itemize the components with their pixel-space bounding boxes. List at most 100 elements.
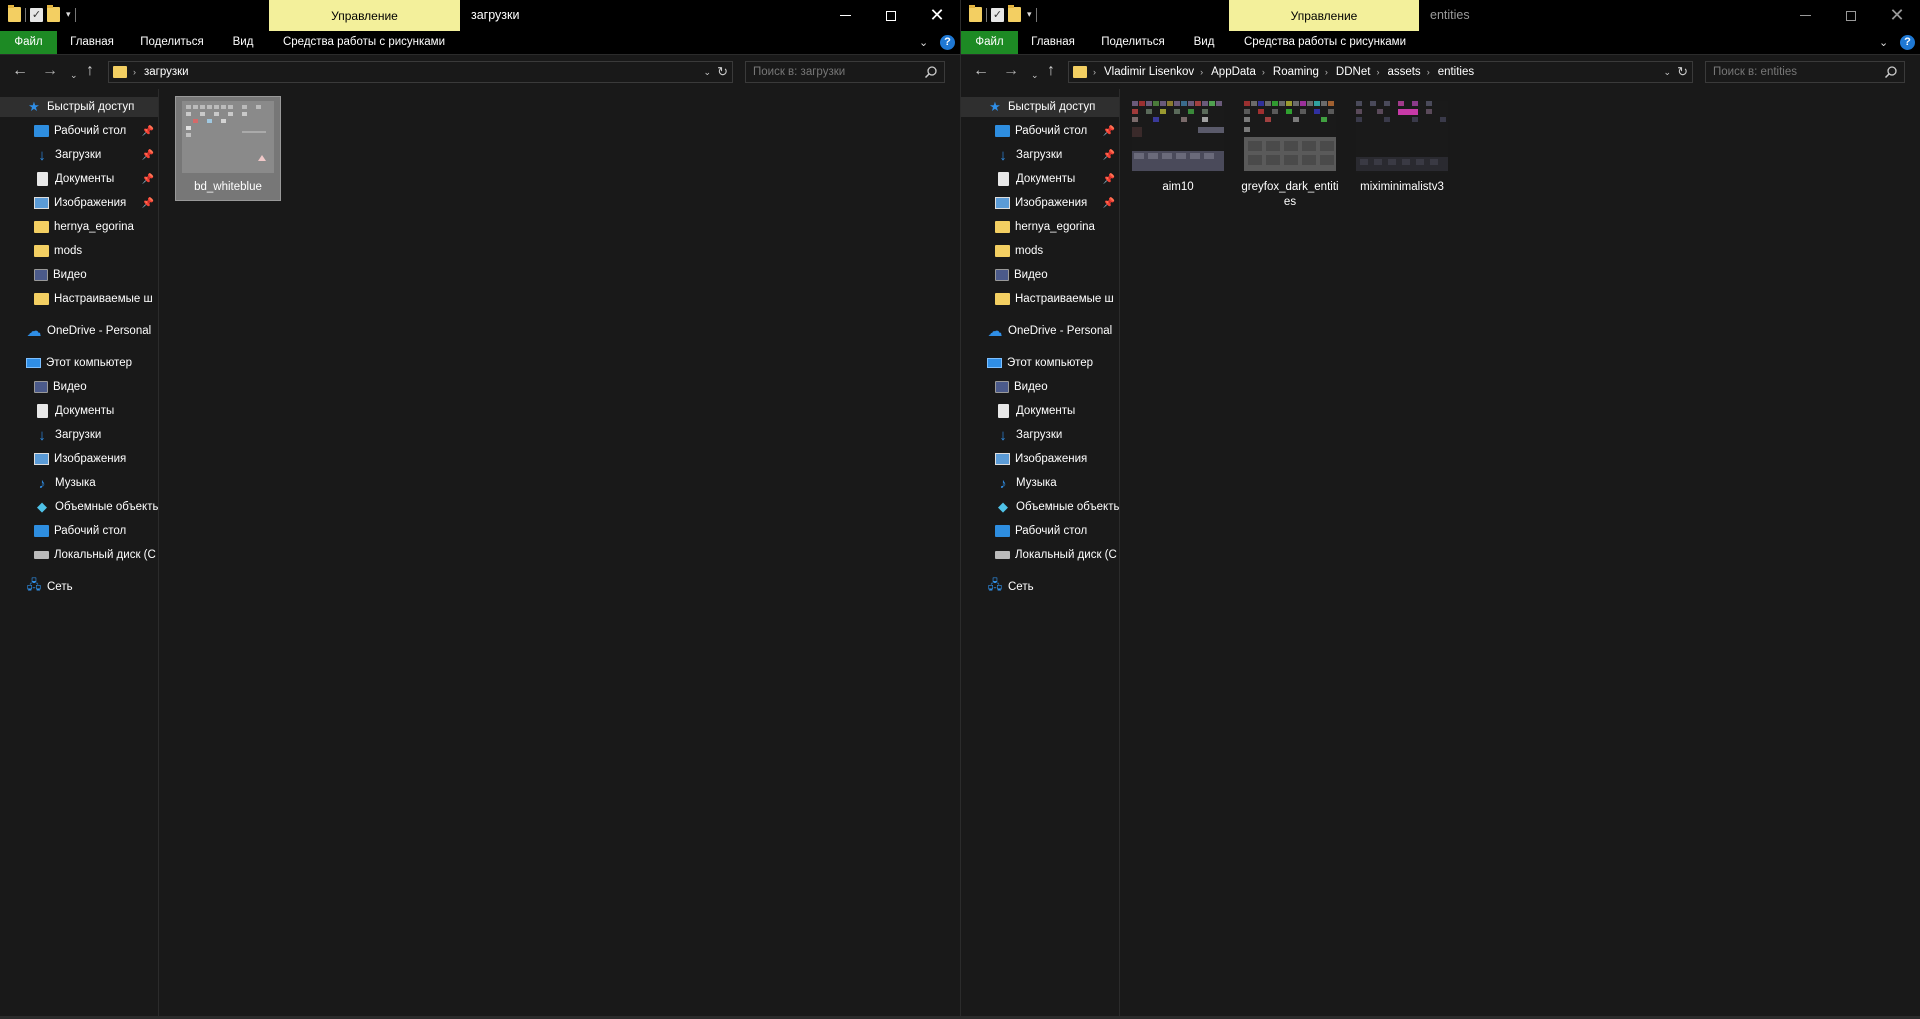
quick-access-item[interactable]: ★ Быстрый доступ (0, 97, 158, 117)
refresh-icon[interactable]: ↻ (717, 64, 728, 80)
nav-item-desktop[interactable]: Рабочий стол 📌 (0, 121, 158, 141)
nav-item-desktop[interactable]: Рабочий стол 📌 (961, 121, 1119, 141)
nav-item-documents[interactable]: Документы 📌 (961, 169, 1119, 189)
new-folder-icon[interactable] (47, 5, 60, 22)
pin-icon[interactable]: 📌 (1103, 174, 1115, 185)
breadcrumb-item[interactable]: AppData (1211, 66, 1256, 78)
search-box[interactable]: Поиск в: entities (1705, 61, 1905, 83)
recent-locations-icon[interactable]: ⌄ (1031, 67, 1039, 83)
tab-file[interactable]: Файл (0, 31, 57, 54)
breadcrumb-item[interactable]: загрузки (144, 66, 189, 78)
nav-item-pc-desktop[interactable]: Рабочий стол (961, 521, 1119, 541)
nav-item-this-pc[interactable]: Этот компьютер (0, 353, 158, 373)
breadcrumb-item[interactable]: entities (1438, 66, 1474, 78)
nav-item-pc-pictures[interactable]: Изображения (961, 449, 1119, 469)
nav-item-custom[interactable]: Настраиваемые ш (0, 289, 158, 309)
breadcrumb-item[interactable]: DDNet (1336, 66, 1371, 78)
close-button[interactable]: ✕ (914, 0, 960, 31)
pin-icon[interactable]: 📌 (142, 126, 154, 137)
up-arrow-icon[interactable]: ↑ (86, 63, 94, 79)
customize-toolbar-icon[interactable]: ▾ (1027, 9, 1032, 20)
pin-icon[interactable]: 📌 (142, 150, 154, 161)
help-icon[interactable]: ? (940, 35, 955, 50)
tab-share[interactable]: Поделиться (1095, 31, 1171, 54)
nav-item-pc-downloads[interactable]: ↓ Загрузки (961, 425, 1119, 445)
back-arrow-icon[interactable]: ← (12, 63, 28, 79)
expand-ribbon-icon[interactable]: ⌄ (919, 36, 928, 49)
address-dropdown-icon[interactable]: ⌄ (704, 67, 712, 78)
expand-ribbon-icon[interactable]: ⌄ (1879, 36, 1888, 49)
nav-item-network[interactable]: 🖧 Сеть (0, 577, 158, 597)
refresh-icon[interactable]: ↻ (1677, 64, 1688, 80)
nav-item-pc-downloads[interactable]: ↓ Загрузки (0, 425, 158, 445)
nav-item-downloads[interactable]: ↓ Загрузки 📌 (961, 145, 1119, 165)
nav-item-pc-videos[interactable]: Видео (961, 377, 1119, 397)
pin-icon[interactable]: 📌 (142, 198, 154, 209)
nav-item-pc-3d-objects[interactable]: ◆ Объемные объекты (961, 497, 1119, 517)
nav-item-pictures[interactable]: Изображения 📌 (961, 193, 1119, 213)
breadcrumb-item[interactable]: assets (1387, 66, 1420, 78)
nav-item-network[interactable]: 🖧 Сеть (961, 577, 1119, 597)
tab-view[interactable]: Вид (224, 31, 262, 54)
tab-view[interactable]: Вид (1185, 31, 1223, 54)
nav-item-mods[interactable]: mods (0, 241, 158, 261)
file-item[interactable]: bd_whiteblue (175, 96, 281, 201)
nav-item-documents[interactable]: Документы 📌 (0, 169, 158, 189)
nav-item-custom[interactable]: Настраиваемые ш (961, 289, 1119, 309)
file-item[interactable]: miximinimalistv3 (1350, 97, 1454, 200)
nav-item-local-disk[interactable]: Локальный диск (C (961, 545, 1119, 565)
recent-locations-icon[interactable]: ⌄ (70, 67, 78, 83)
up-arrow-icon[interactable]: ↑ (1047, 63, 1055, 79)
tab-home[interactable]: Главная (62, 31, 122, 54)
maximize-button[interactable] (868, 0, 914, 31)
manage-tab[interactable]: Управление (1229, 0, 1419, 31)
forward-arrow-icon[interactable]: → (1003, 63, 1019, 79)
nav-item-pc-videos[interactable]: Видео (0, 377, 158, 397)
nav-item-videos[interactable]: Видео (0, 265, 158, 285)
nav-item-onedrive[interactable]: ☁ OneDrive - Personal (961, 321, 1119, 341)
nav-item-hernya-egorina[interactable]: hernya_egorina (0, 217, 158, 237)
pin-icon[interactable]: 📌 (1103, 126, 1115, 137)
nav-item-downloads[interactable]: ↓ Загрузки 📌 (0, 145, 158, 165)
tab-picture-tools[interactable]: Средства работы с рисунками (1237, 31, 1413, 54)
tab-home[interactable]: Главная (1023, 31, 1083, 54)
breadcrumb-item[interactable]: Roaming (1273, 66, 1319, 78)
search-input[interactable]: Поиск в: entities (1713, 66, 1884, 78)
file-item[interactable]: aim10 (1126, 97, 1230, 200)
nav-item-pc-documents[interactable]: Документы (0, 401, 158, 421)
new-folder-icon[interactable] (1008, 5, 1021, 22)
nav-item-pc-pictures[interactable]: Изображения (0, 449, 158, 469)
back-arrow-icon[interactable]: ← (973, 63, 989, 79)
close-button[interactable]: ✕ (1874, 0, 1920, 31)
search-box[interactable]: Поиск в: загрузки (745, 61, 945, 83)
file-item[interactable]: greyfox_dark_entities (1238, 97, 1342, 215)
manage-tab[interactable]: Управление (269, 0, 460, 31)
address-bar[interactable]: › Vladimir Lisenkov › AppData › Roaming … (1068, 61, 1693, 83)
search-input[interactable]: Поиск в: загрузки (753, 66, 924, 78)
nav-item-mods[interactable]: mods (961, 241, 1119, 261)
nav-item-pictures[interactable]: Изображения 📌 (0, 193, 158, 213)
pin-icon[interactable]: 📌 (142, 174, 154, 185)
address-bar[interactable]: › загрузки ⌄ ↻ (108, 61, 733, 83)
nav-item-pc-3d-objects[interactable]: ◆ Объемные объекты (0, 497, 158, 517)
nav-item-local-disk[interactable]: Локальный диск (C (0, 545, 158, 565)
nav-item-onedrive[interactable]: ☁ OneDrive - Personal (0, 321, 158, 341)
nav-item-this-pc[interactable]: Этот компьютер (961, 353, 1119, 373)
pin-icon[interactable]: 📌 (1103, 150, 1115, 161)
breadcrumb-item[interactable]: Vladimir Lisenkov (1104, 66, 1194, 78)
forward-arrow-icon[interactable]: → (42, 63, 58, 79)
nav-item-pc-documents[interactable]: Документы (961, 401, 1119, 421)
search-icon[interactable] (1884, 65, 1898, 79)
pin-icon[interactable]: 📌 (1103, 198, 1115, 209)
tab-file[interactable]: Файл (961, 31, 1018, 54)
address-dropdown-icon[interactable]: ⌄ (1664, 67, 1672, 78)
tab-picture-tools[interactable]: Средства работы с рисунками (276, 31, 452, 54)
properties-icon[interactable]: ✓ (30, 7, 43, 22)
help-icon[interactable]: ? (1900, 35, 1915, 50)
customize-toolbar-icon[interactable]: ▾ (66, 9, 71, 20)
nav-item-pc-music[interactable]: ♪ Музыка (961, 473, 1119, 493)
quick-access-item[interactable]: ★ Быстрый доступ (961, 97, 1119, 117)
nav-item-videos[interactable]: Видео (961, 265, 1119, 285)
properties-icon[interactable]: ✓ (991, 7, 1004, 22)
minimize-button[interactable] (822, 0, 868, 31)
